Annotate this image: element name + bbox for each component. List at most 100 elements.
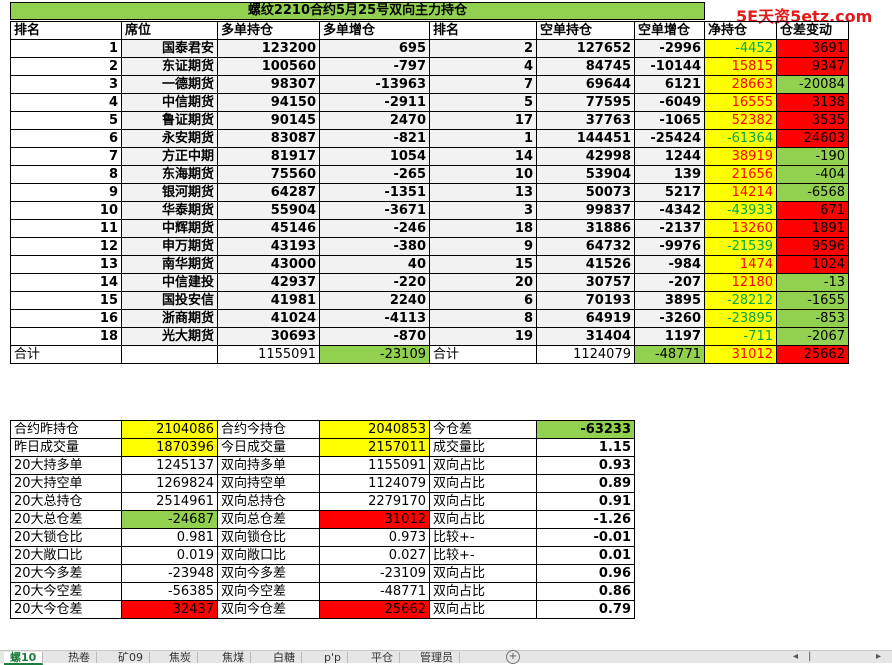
summary-value[interactable]: -56385 bbox=[121, 582, 218, 601]
rank-cell[interactable]: 10 bbox=[10, 201, 122, 220]
summary-value[interactable]: -24687 bbox=[121, 510, 218, 529]
sheet-tab[interactable]: p'p bbox=[318, 652, 348, 663]
short-change-cell[interactable]: -207 bbox=[634, 273, 705, 292]
column-header[interactable]: 仓差变动 bbox=[776, 21, 849, 40]
summary-value[interactable]: 0.027 bbox=[319, 546, 430, 565]
short-rank-cell[interactable]: 8 bbox=[429, 309, 537, 328]
diff-change-cell[interactable]: -1655 bbox=[776, 291, 849, 310]
summary-value[interactable]: 2157011 bbox=[319, 438, 430, 457]
long-position-cell[interactable]: 45146 bbox=[217, 219, 320, 238]
long-change-cell[interactable]: 40 bbox=[319, 255, 430, 274]
summary-label[interactable]: 今日成交量 bbox=[217, 438, 320, 457]
long-change-cell[interactable]: -4113 bbox=[319, 309, 430, 328]
long-change-cell[interactable]: -1351 bbox=[319, 183, 430, 202]
summary-value[interactable]: 1269824 bbox=[121, 474, 218, 493]
column-header[interactable]: 席位 bbox=[121, 21, 218, 40]
sheet-tab[interactable]: 白糖 bbox=[267, 652, 302, 663]
summary-value[interactable]: -23948 bbox=[121, 564, 218, 583]
short-position-cell[interactable]: 99837 bbox=[536, 201, 635, 220]
short-position-cell[interactable]: 84745 bbox=[536, 57, 635, 76]
long-position-cell[interactable]: 75560 bbox=[217, 165, 320, 184]
seat-cell[interactable]: 华泰期货 bbox=[121, 201, 218, 220]
net-position-cell[interactable]: -28212 bbox=[704, 291, 777, 310]
summary-label[interactable]: 双向持空单 bbox=[217, 474, 320, 493]
net-position-cell[interactable]: 16555 bbox=[704, 93, 777, 112]
short-change-cell[interactable]: 3895 bbox=[634, 291, 705, 310]
long-position-cell[interactable]: 98307 bbox=[217, 75, 320, 94]
long-position-cell[interactable]: 41981 bbox=[217, 291, 320, 310]
seat-cell[interactable]: 光大期货 bbox=[121, 327, 218, 346]
short-position-cell[interactable]: 64732 bbox=[536, 237, 635, 256]
column-header[interactable]: 多单增仓 bbox=[319, 21, 430, 40]
diff-change-cell[interactable]: 3535 bbox=[776, 111, 849, 130]
summary-label[interactable]: 双向占比 bbox=[429, 582, 537, 601]
summary-label[interactable]: 双向占比 bbox=[429, 474, 537, 493]
diff-change-cell[interactable]: -2067 bbox=[776, 327, 849, 346]
summary-label[interactable]: 双向锁仓比 bbox=[217, 528, 320, 547]
short-position-cell[interactable]: 30757 bbox=[536, 273, 635, 292]
net-position-cell[interactable]: -711 bbox=[704, 327, 777, 346]
rank-cell[interactable]: 4 bbox=[10, 93, 122, 112]
long-change-cell[interactable]: -870 bbox=[319, 327, 430, 346]
summary-label[interactable]: 20大锁仓比 bbox=[10, 528, 122, 547]
diff-change-cell[interactable]: 1891 bbox=[776, 219, 849, 238]
short-rank-cell[interactable]: 14 bbox=[429, 147, 537, 166]
rank-cell[interactable]: 7 bbox=[10, 147, 122, 166]
scroll-right-icon[interactable]: ▸ bbox=[876, 651, 881, 662]
sheet-title[interactable]: 螺纹2210合约5月25号双向主力持仓 bbox=[10, 2, 705, 20]
short-rank-cell[interactable]: 4 bbox=[429, 57, 537, 76]
sheet-tab[interactable]: 管理员 bbox=[414, 652, 460, 663]
short-change-cell[interactable]: -1065 bbox=[634, 111, 705, 130]
long-change-cell[interactable]: -265 bbox=[319, 165, 430, 184]
net-position-cell[interactable]: -23895 bbox=[704, 309, 777, 328]
long-change-cell[interactable]: -380 bbox=[319, 237, 430, 256]
short-rank-cell[interactable]: 17 bbox=[429, 111, 537, 130]
long-change-cell[interactable]: 1054 bbox=[319, 147, 430, 166]
summary-value[interactable]: 0.973 bbox=[319, 528, 430, 547]
summary-ratio-value[interactable]: 0.93 bbox=[536, 456, 635, 475]
seat-cell[interactable]: 中辉期货 bbox=[121, 219, 218, 238]
summary-label[interactable]: 双向总仓差 bbox=[217, 510, 320, 529]
rank-cell[interactable]: 1 bbox=[10, 39, 122, 58]
seat-cell[interactable]: 鲁证期货 bbox=[121, 111, 218, 130]
rank-cell[interactable]: 14 bbox=[10, 273, 122, 292]
long-change-cell[interactable]: -2911 bbox=[319, 93, 430, 112]
summary-label[interactable]: 20大持空单 bbox=[10, 474, 122, 493]
seat-cell[interactable]: 申万期货 bbox=[121, 237, 218, 256]
sheet-tab[interactable]: 焦煤 bbox=[216, 652, 251, 663]
column-header[interactable]: 空单持仓 bbox=[536, 21, 635, 40]
rank-cell[interactable]: 12 bbox=[10, 237, 122, 256]
summary-label[interactable]: 20大今空差 bbox=[10, 582, 122, 601]
short-position-cell[interactable]: 77595 bbox=[536, 93, 635, 112]
seat-cell[interactable]: 中信期货 bbox=[121, 93, 218, 112]
column-header[interactable]: 空单增仓 bbox=[634, 21, 705, 40]
short-change-cell[interactable]: -9976 bbox=[634, 237, 705, 256]
seat-cell[interactable]: 东证期货 bbox=[121, 57, 218, 76]
diff-change-cell[interactable]: 3138 bbox=[776, 93, 849, 112]
diff-change-cell[interactable]: -404 bbox=[776, 165, 849, 184]
summary-value[interactable]: 2104086 bbox=[121, 420, 218, 439]
diff-change-cell[interactable]: -13 bbox=[776, 273, 849, 292]
net-position-cell[interactable]: 13260 bbox=[704, 219, 777, 238]
net-position-cell[interactable]: -4452 bbox=[704, 39, 777, 58]
seat-cell[interactable]: 永安期货 bbox=[121, 129, 218, 148]
long-position-cell[interactable]: 43000 bbox=[217, 255, 320, 274]
net-position-cell[interactable]: 12180 bbox=[704, 273, 777, 292]
summary-label[interactable]: 双向占比 bbox=[429, 564, 537, 583]
rank-cell[interactable]: 11 bbox=[10, 219, 122, 238]
summary-ratio-value[interactable]: 0.79 bbox=[536, 600, 635, 619]
short-rank-cell[interactable]: 3 bbox=[429, 201, 537, 220]
short-change-cell[interactable]: -6049 bbox=[634, 93, 705, 112]
seat-cell[interactable]: 中信建投 bbox=[121, 273, 218, 292]
diff-change-cell[interactable]: -20084 bbox=[776, 75, 849, 94]
short-rank-cell[interactable]: 1 bbox=[429, 129, 537, 148]
rank-cell[interactable]: 15 bbox=[10, 291, 122, 310]
diff-change-cell[interactable]: 9347 bbox=[776, 57, 849, 76]
summary-label[interactable]: 双向今仓差 bbox=[217, 600, 320, 619]
seat-cell[interactable]: 南华期货 bbox=[121, 255, 218, 274]
long-position-cell[interactable]: 43193 bbox=[217, 237, 320, 256]
short-position-cell[interactable]: 37763 bbox=[536, 111, 635, 130]
total-long-change-cell[interactable]: -23109 bbox=[319, 345, 430, 364]
summary-label[interactable]: 20大今多差 bbox=[10, 564, 122, 583]
total-net-cell[interactable]: 31012 bbox=[704, 345, 777, 364]
